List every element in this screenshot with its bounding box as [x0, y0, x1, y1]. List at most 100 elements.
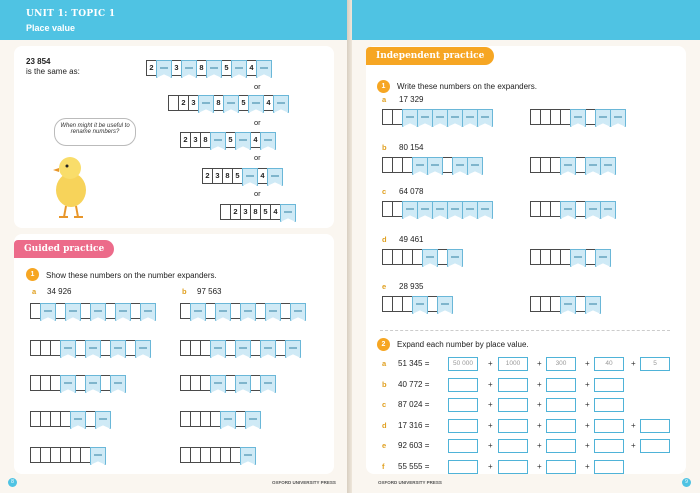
expander-cell — [575, 157, 586, 173]
expander-cell — [550, 157, 561, 173]
or-text: or — [254, 189, 261, 198]
expander-cell — [437, 249, 448, 265]
plus-sign: + — [488, 379, 493, 389]
expander-blank — [180, 375, 276, 393]
plus-sign: + — [537, 420, 542, 430]
intro-number: 23 854 — [26, 57, 51, 66]
answer-box — [498, 459, 528, 474]
expander-flag-icon — [560, 157, 576, 175]
item-label: b — [382, 143, 387, 152]
or-text: or — [254, 153, 261, 162]
expander-blank — [30, 411, 111, 429]
expander-flag-icon — [432, 201, 448, 219]
plus-sign: + — [537, 359, 542, 368]
answer-box: 1000 — [498, 357, 528, 371]
expander-flag-icon — [462, 109, 478, 127]
question-text: Expand each number by place value. — [397, 340, 529, 349]
expander-flag-icon — [417, 109, 433, 127]
left-page: UNIT 1: TOPIC 1 Place value 23 854 is th… — [0, 0, 347, 493]
item-value: 28 935 — [399, 282, 424, 291]
item-label: a — [32, 287, 37, 296]
expander-flag-icon — [422, 249, 438, 267]
plus-sign: + — [488, 420, 493, 430]
item-value: 17 329 — [399, 95, 424, 104]
expander-flag-icon — [610, 109, 626, 127]
item-label: e — [382, 282, 387, 291]
unit-banner — [0, 0, 347, 40]
expander-flag-icon — [585, 201, 601, 219]
item-label: c — [382, 187, 387, 196]
plus-sign: + — [585, 359, 590, 368]
expand-number: 17 316 = — [398, 420, 430, 430]
plus-sign: + — [537, 461, 542, 471]
expander-flag-icon — [402, 109, 418, 127]
item-label: d — [382, 235, 387, 244]
expand-number: 51 345 = — [398, 359, 430, 368]
page-number: 9 — [682, 478, 691, 487]
answer-box — [498, 418, 528, 433]
expander-flag-icon — [462, 201, 478, 219]
expander-blank — [30, 447, 106, 465]
answer-box: 40 — [594, 357, 624, 371]
question-number: 1 — [26, 268, 39, 281]
expander-cell — [560, 109, 571, 125]
plus-sign: + — [631, 359, 636, 368]
intro-expander-2: 23854 — [168, 95, 289, 113]
guided-header: Guided practice — [14, 240, 115, 258]
divider — [380, 330, 670, 331]
expander-flag-icon — [595, 109, 611, 127]
expand-number: 55 555 = — [398, 461, 430, 471]
expander-blank — [530, 249, 611, 267]
expander-blank — [30, 375, 126, 393]
answer-box — [594, 439, 624, 453]
answer-box — [546, 398, 576, 412]
answer-box — [448, 377, 478, 392]
expander-cell — [402, 157, 413, 173]
plus-sign: + — [488, 461, 493, 471]
item-value: 97 563 — [197, 287, 222, 296]
expander-blank — [530, 109, 626, 127]
answer-box — [594, 459, 624, 474]
expander-cell — [575, 296, 586, 312]
expander-cell — [427, 296, 438, 312]
expander-flag-icon — [570, 249, 586, 267]
answer-box — [546, 377, 576, 392]
expander-flag-icon — [600, 201, 616, 219]
expander-blank — [180, 340, 301, 358]
expander-flag-icon — [412, 157, 428, 175]
speech-bubble: When might it be useful to rename number… — [54, 118, 136, 146]
expander-cell — [550, 201, 561, 217]
intro-expander-3: 23854 — [180, 132, 276, 150]
item-label: b — [382, 379, 387, 389]
expander-blank — [530, 296, 601, 314]
expander-flag-icon — [595, 249, 611, 267]
plus-sign: + — [585, 441, 590, 450]
question-number: 2 — [377, 338, 390, 351]
item-value: 64 078 — [399, 187, 424, 196]
expander-cell — [550, 296, 561, 312]
plus-sign: + — [488, 441, 493, 450]
plus-sign: + — [488, 359, 493, 368]
answer-box — [448, 459, 478, 474]
expand-number: 87 024 = — [398, 400, 430, 409]
answer-box — [546, 459, 576, 474]
item-label: a — [382, 359, 387, 368]
answer-box — [498, 398, 528, 412]
chick-icon — [53, 157, 86, 218]
unit-title: UNIT 1: TOPIC 1 — [26, 9, 116, 19]
plus-sign: + — [585, 400, 590, 409]
expander-flag-icon — [402, 201, 418, 219]
question-text: Show these numbers on the number expande… — [46, 271, 217, 280]
item-value: 34 926 — [47, 287, 72, 296]
expander-flag-icon — [452, 157, 468, 175]
answer-box — [640, 418, 670, 433]
answer-box — [640, 439, 670, 453]
answer-box — [594, 398, 624, 412]
answer-box: 300 — [546, 357, 576, 371]
answer-box: 50 000 — [448, 357, 478, 371]
expander-cell — [585, 249, 596, 265]
expander-cell — [392, 201, 403, 217]
question-text: Write these numbers on the expanders. — [397, 82, 537, 91]
answer-box — [498, 377, 528, 392]
expander-blank — [382, 201, 493, 219]
